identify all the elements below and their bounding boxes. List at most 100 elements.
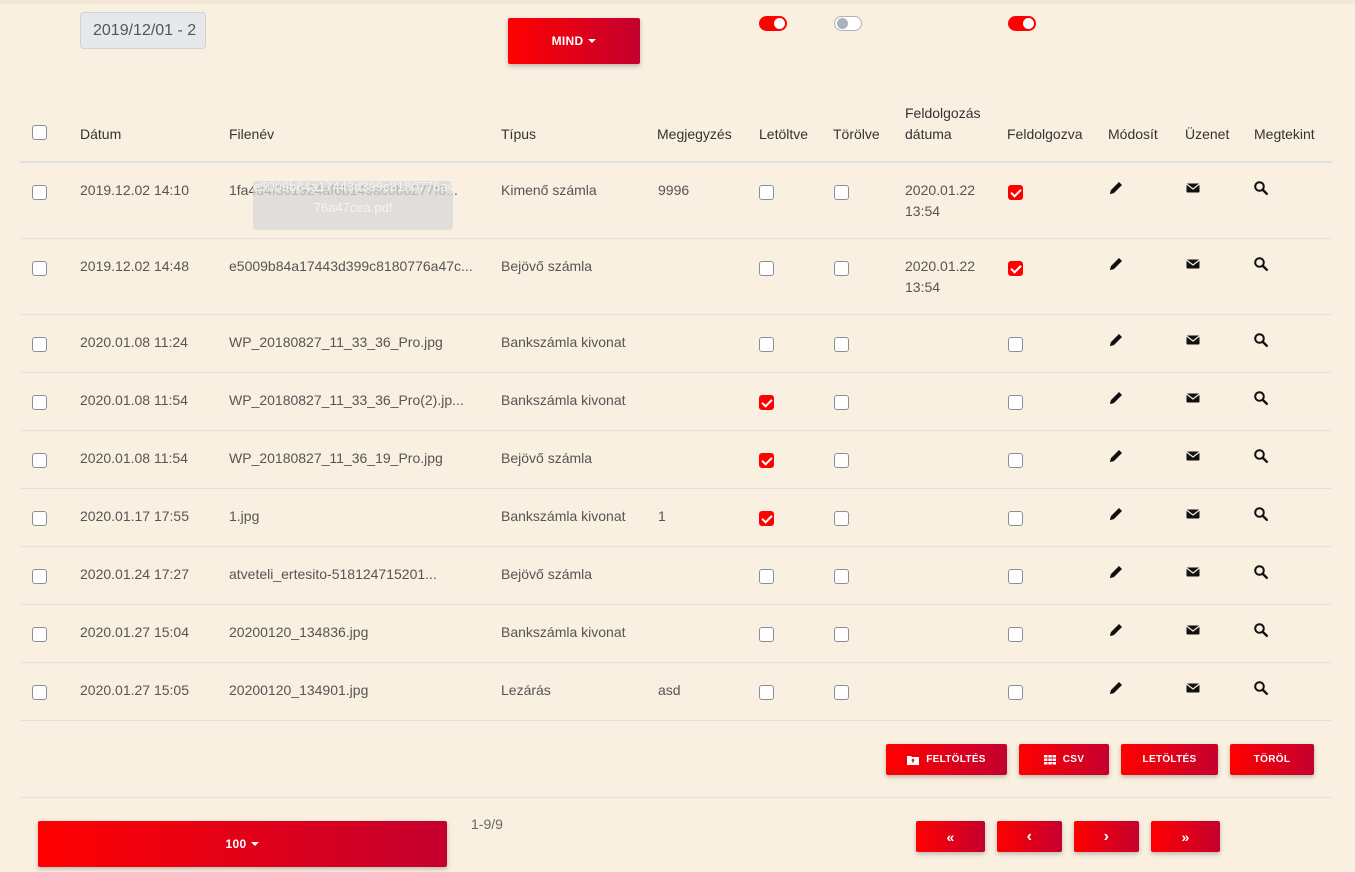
row-letoltve-checkbox[interactable] [759,337,774,352]
row-letoltve-checkbox[interactable] [759,185,774,200]
row-letoltve-checkbox[interactable] [759,569,774,584]
row-feldolgozva-checkbox[interactable] [1008,337,1023,352]
date-range-input[interactable]: 2019/12/01 - 2 [80,12,206,49]
pencil-icon[interactable] [1108,256,1124,272]
delete-button[interactable]: TÖRÖL [1230,744,1314,775]
envelope-icon[interactable] [1185,622,1201,638]
pencil-icon[interactable] [1108,506,1124,522]
row-filenev[interactable]: atveteli_ertesito-518124715201... [229,564,437,585]
row-select-checkbox[interactable] [32,337,47,352]
pencil-icon[interactable] [1108,332,1124,348]
header-filenev[interactable]: Filenév [229,124,274,145]
row-torolve-checkbox[interactable] [834,337,849,352]
row-filenev[interactable]: WP_20180827_11_36_19_Pro.jpg [229,448,443,469]
row-letoltve-checkbox[interactable] [759,627,774,642]
row-torolve-checkbox[interactable] [834,453,849,468]
row-letoltve-checkbox[interactable] [759,261,774,276]
row-letoltve-checkbox[interactable] [759,685,774,700]
envelope-icon[interactable] [1185,256,1201,272]
row-feldolgozva-checkbox[interactable] [1008,511,1023,526]
pencil-icon[interactable] [1108,680,1124,696]
pencil-icon[interactable] [1108,180,1124,196]
row-feldolgozva-checkbox[interactable] [1008,261,1023,276]
first-page-button[interactable]: « [916,821,985,852]
envelope-icon[interactable] [1185,680,1201,696]
search-icon[interactable] [1253,180,1269,196]
row-feldolgozva-checkbox[interactable] [1008,569,1023,584]
header-tipus[interactable]: Típus [501,124,536,145]
search-icon[interactable] [1253,564,1269,580]
row-select-checkbox[interactable] [32,261,47,276]
row-feldolgozva-checkbox[interactable] [1008,453,1023,468]
download-button[interactable]: LETÖLTÉS [1121,744,1218,775]
feldolgozva-filter-toggle[interactable] [1008,16,1036,31]
search-icon[interactable] [1253,390,1269,406]
row-feldolgozva-checkbox[interactable] [1008,685,1023,700]
letoltve-filter-toggle[interactable] [759,16,787,31]
pencil-icon[interactable] [1108,564,1124,580]
last-page-button[interactable]: » [1151,821,1220,852]
row-letoltve-checkbox[interactable] [759,395,774,410]
row-feldolgozva-checkbox[interactable] [1008,395,1023,410]
row-divider [20,720,1332,721]
row-torolve-checkbox[interactable] [834,569,849,584]
next-page-button[interactable]: › [1074,821,1139,852]
pencil-icon[interactable] [1108,390,1124,406]
select-all-checkbox[interactable] [32,125,47,140]
header-letoltve[interactable]: Letöltve [759,124,808,145]
search-icon[interactable] [1253,680,1269,696]
row-select-checkbox[interactable] [32,627,47,642]
search-icon[interactable] [1253,448,1269,464]
row-select-checkbox[interactable] [32,569,47,584]
row-filenev[interactable]: 20200120_134836.jpg [229,622,368,643]
row-tipus: Bejövő számla [501,566,593,582]
row-torolve-checkbox[interactable] [834,261,849,276]
torolve-filter-toggle[interactable] [834,16,862,31]
type-filter-dropdown[interactable]: MIND [508,18,640,64]
search-icon[interactable] [1253,622,1269,638]
row-filenev[interactable]: e5009b84a17443d399c8180776a47c... [229,256,473,277]
row-select-checkbox[interactable] [32,453,47,468]
header-feldolgozas-datuma[interactable]: Feldolgozás dátuma [905,103,981,145]
row-feldolgozas-datum: 2020.01.22 [905,258,976,274]
row-feldolgozva-checkbox[interactable] [1008,627,1023,642]
row-filenev[interactable]: WP_20180827_11_33_36_Pro.jpg [229,332,443,353]
row-torolve-checkbox[interactable] [834,511,849,526]
row-datum: 2020.01.17 17:55 [80,508,189,524]
row-torolve-checkbox[interactable] [834,395,849,410]
header-torolve[interactable]: Törölve [833,124,880,145]
header-feldolgozva[interactable]: Feldolgozva [1007,124,1083,145]
prev-page-button[interactable]: ‹ [997,821,1062,852]
upload-button[interactable]: FELTÖLTÉS [886,744,1007,775]
envelope-icon[interactable] [1185,506,1201,522]
header-megjegyzes[interactable]: Megjegyzés [657,124,732,145]
row-select-checkbox[interactable] [32,395,47,410]
envelope-icon[interactable] [1185,180,1201,196]
search-icon[interactable] [1253,256,1269,272]
page-size-dropdown[interactable]: 100 [38,821,447,867]
row-filenev[interactable]: 20200120_134901.jpg [229,680,368,701]
row-torolve-checkbox[interactable] [834,185,849,200]
search-icon[interactable] [1253,506,1269,522]
row-filenev[interactable]: WP_20180827_11_33_36_Pro(2).jp... [229,390,464,411]
envelope-icon[interactable] [1185,390,1201,406]
header-datum[interactable]: Dátum [80,124,121,145]
row-letoltve-checkbox[interactable] [759,453,774,468]
header-uzenet: Üzenet [1185,126,1230,142]
envelope-icon[interactable] [1185,448,1201,464]
envelope-icon[interactable] [1185,564,1201,580]
row-torolve-checkbox[interactable] [834,685,849,700]
csv-button[interactable]: CSV [1019,744,1109,775]
row-select-checkbox[interactable] [32,511,47,526]
pencil-icon[interactable] [1108,448,1124,464]
pencil-icon[interactable] [1108,622,1124,638]
row-select-checkbox[interactable] [32,185,47,200]
row-datum: 2019.12.02 14:10 [80,182,189,198]
row-letoltve-checkbox[interactable] [759,511,774,526]
row-feldolgozva-checkbox[interactable] [1008,185,1023,200]
search-icon[interactable] [1253,332,1269,348]
row-select-checkbox[interactable] [32,685,47,700]
envelope-icon[interactable] [1185,332,1201,348]
row-torolve-checkbox[interactable] [834,627,849,642]
row-filenev[interactable]: 1.jpg [229,506,259,527]
